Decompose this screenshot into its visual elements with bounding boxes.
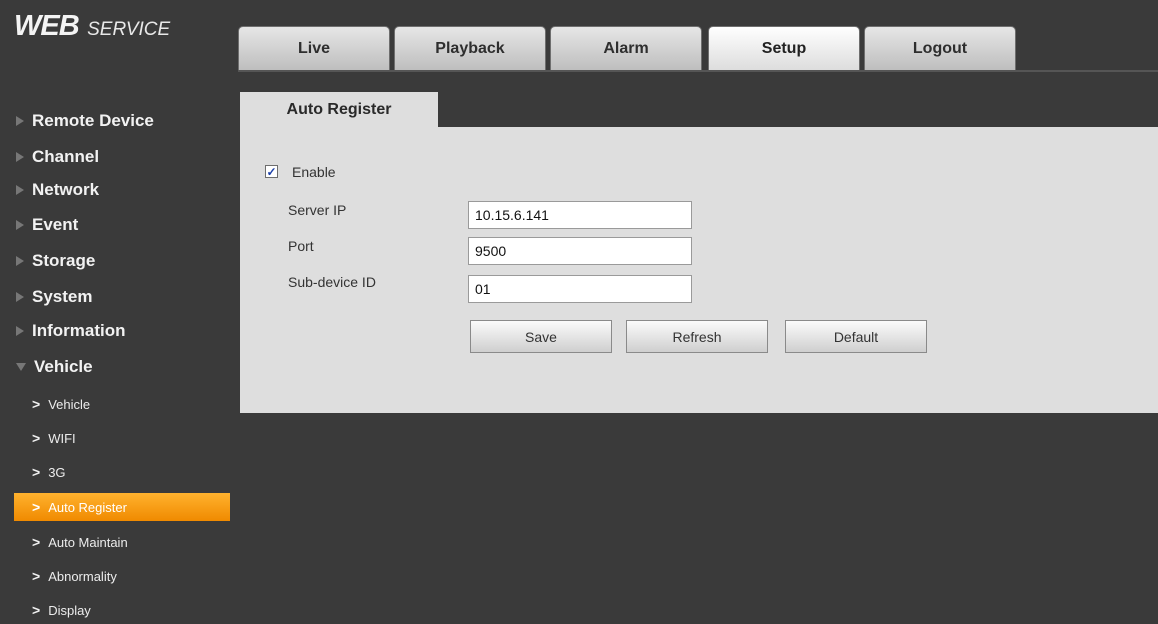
triangle-right-icon: [16, 185, 24, 195]
auto-register-panel: ✓ Enable Server IP Port Sub-device ID Sa…: [240, 127, 1158, 413]
tab-bar-divider: [238, 70, 1158, 72]
logo-main-text: WEB: [14, 10, 80, 42]
sidebar-item-label: System: [32, 287, 93, 306]
sidebar-item-network[interactable]: Network: [16, 173, 99, 207]
checkmark-icon: ✓: [266, 164, 277, 179]
sidebar-item-channel[interactable]: Channel: [16, 140, 99, 174]
tab-playback[interactable]: Playback: [394, 26, 546, 71]
chevron-right-icon: >: [32, 568, 41, 584]
tab-live[interactable]: Live: [238, 26, 390, 71]
sidebar-item-information[interactable]: Information: [16, 314, 126, 348]
sidebar-item-label: Channel: [32, 147, 100, 166]
sidebar-item-label: Vehicle: [34, 357, 93, 376]
sidebar-item-label: Storage: [32, 251, 96, 270]
sidebar-item-label: Network: [32, 180, 100, 199]
sidebar-subitem-display[interactable]: > Display: [14, 596, 230, 624]
sidebar-subitem-vehicle[interactable]: > Vehicle: [14, 390, 230, 418]
tab-logout[interactable]: Logout: [864, 26, 1016, 71]
logo-sub-text: SERVICE: [87, 19, 171, 40]
enable-label: Enable: [292, 164, 336, 180]
sidebar-subitem-label: Display: [48, 602, 91, 618]
sub-device-id-field[interactable]: [468, 275, 692, 303]
server-ip-field[interactable]: [468, 201, 692, 229]
sidebar-subitem-label: Abnormality: [48, 568, 117, 584]
save-button[interactable]: Save: [470, 320, 612, 353]
sidebar-subitem-abnormality[interactable]: > Abnormality: [14, 562, 230, 590]
chevron-right-icon: >: [32, 499, 41, 515]
triangle-right-icon: [16, 152, 24, 162]
tab-alarm[interactable]: Alarm: [550, 26, 702, 71]
web-service-logo: WEB SERVICE: [14, 10, 170, 43]
server-ip-label: Server IP: [288, 202, 347, 218]
refresh-button[interactable]: Refresh: [626, 320, 768, 353]
chevron-right-icon: >: [32, 396, 41, 412]
sidebar-subitem-label: Auto Maintain: [48, 534, 128, 550]
triangle-right-icon: [16, 220, 24, 230]
sidebar-subitem-auto-register[interactable]: > Auto Register: [14, 493, 230, 521]
chevron-right-icon: >: [32, 602, 41, 618]
tab-setup[interactable]: Setup: [708, 26, 860, 71]
triangle-right-icon: [16, 292, 24, 302]
sidebar-item-storage[interactable]: Storage: [16, 244, 95, 278]
sidebar-item-label: Event: [32, 215, 79, 234]
triangle-right-icon: [16, 326, 24, 336]
port-label: Port: [288, 238, 314, 254]
sidebar-subitem-label: 3G: [48, 464, 66, 480]
chevron-right-icon: >: [32, 430, 41, 446]
sidebar-item-remote-device[interactable]: Remote Device: [16, 104, 154, 138]
sidebar-item-label: Remote Device: [32, 111, 154, 130]
port-field[interactable]: [468, 237, 692, 265]
sidebar-subitem-auto-maintain[interactable]: > Auto Maintain: [14, 528, 230, 556]
sidebar-subitem-label: Auto Register: [48, 499, 127, 515]
chevron-right-icon: >: [32, 464, 41, 480]
triangle-right-icon: [16, 256, 24, 266]
sidebar-subitem-label: WIFI: [48, 430, 76, 446]
sidebar-subitem-wifi[interactable]: > WIFI: [14, 424, 230, 452]
triangle-down-icon: [16, 363, 26, 371]
sidebar-item-event[interactable]: Event: [16, 208, 78, 242]
sidebar-item-label: Information: [32, 321, 126, 340]
sidebar-subitem-label: Vehicle: [48, 396, 91, 412]
sidebar-item-system[interactable]: System: [16, 280, 92, 314]
triangle-right-icon: [16, 116, 24, 126]
enable-checkbox[interactable]: ✓: [265, 165, 278, 178]
sidebar-subitem-3g[interactable]: > 3G: [14, 458, 230, 486]
panel-tab-auto-register[interactable]: Auto Register: [240, 92, 438, 127]
chevron-right-icon: >: [32, 534, 41, 550]
default-button[interactable]: Default: [785, 320, 927, 353]
sub-device-id-label: Sub-device ID: [288, 274, 376, 290]
sidebar-item-vehicle[interactable]: Vehicle: [16, 350, 93, 384]
